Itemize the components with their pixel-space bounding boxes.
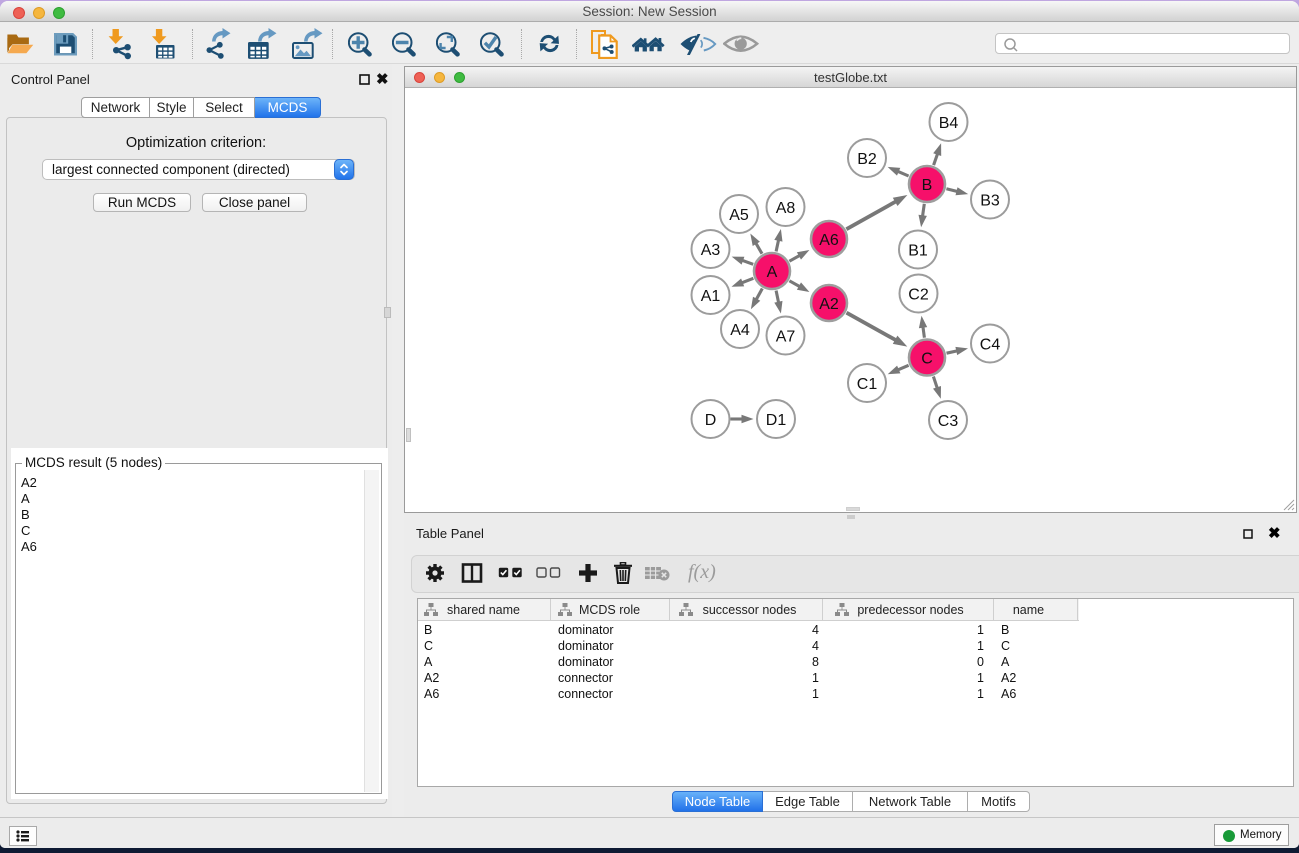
svg-text:A3: A3: [701, 242, 721, 259]
svg-text:C3: C3: [938, 413, 959, 430]
svg-text:A7: A7: [776, 329, 796, 346]
svg-text:A2: A2: [819, 296, 839, 313]
svg-text:B3: B3: [980, 193, 1000, 210]
svg-text:C2: C2: [908, 287, 929, 304]
svg-text:A5: A5: [729, 207, 749, 224]
svg-text:A8: A8: [776, 200, 796, 217]
svg-text:A1: A1: [701, 288, 721, 305]
svg-text:D1: D1: [766, 412, 787, 429]
svg-text:A4: A4: [730, 322, 750, 339]
svg-text:C4: C4: [980, 337, 1001, 354]
svg-text:D: D: [705, 412, 717, 429]
svg-text:B4: B4: [939, 115, 959, 132]
svg-text:B: B: [922, 177, 933, 194]
svg-text:A: A: [767, 264, 778, 281]
svg-text:A6: A6: [819, 232, 839, 249]
svg-text:B1: B1: [908, 243, 928, 260]
svg-text:C: C: [921, 351, 933, 368]
svg-text:B2: B2: [857, 151, 877, 168]
svg-text:C1: C1: [857, 376, 878, 393]
